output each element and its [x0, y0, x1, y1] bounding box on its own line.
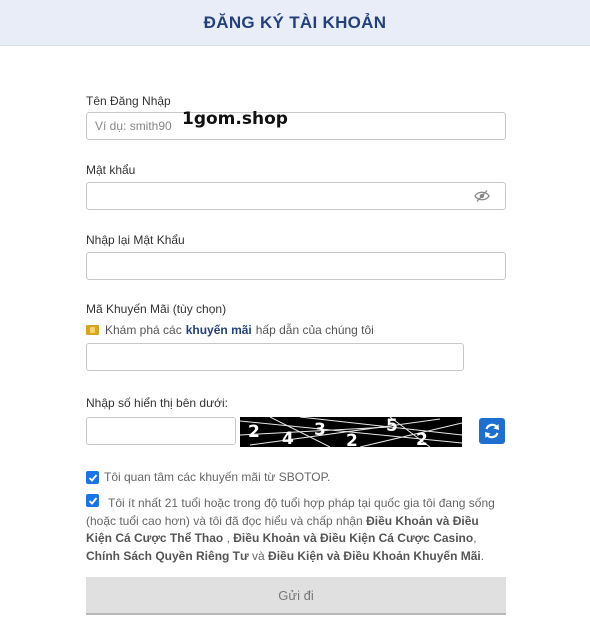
- page-title: ĐĂNG KÝ TÀI KHOẢN: [203, 12, 387, 32]
- captcha-digit: 2: [416, 430, 428, 447]
- confirm-password-label: Nhập lại Mật Khẩu: [86, 233, 185, 247]
- username-label: Tên Đăng Nhập: [86, 94, 171, 108]
- captcha-label: Nhập số hiển thị bên dưới:: [86, 396, 228, 410]
- refresh-icon: [485, 423, 499, 439]
- casino-terms-link[interactable]: Điều Khoản và Điều Kiện Cá Cược Casino: [233, 531, 473, 545]
- promo-hint-suffix: hấp dẫn của chúng tôi: [255, 323, 374, 337]
- password-input[interactable]: [86, 182, 506, 210]
- promo-consent-checkbox[interactable]: [86, 471, 99, 484]
- captcha-digit: 3: [314, 420, 326, 440]
- watermark-text: 1gom.shop: [182, 109, 288, 129]
- username-input[interactable]: [86, 112, 506, 140]
- captcha-digit: 2: [346, 431, 358, 447]
- privacy-policy-link[interactable]: Chính Sách Quyền Riêng Tư: [86, 549, 249, 563]
- confirm-password-input[interactable]: [86, 252, 506, 280]
- promo-code-input[interactable]: [86, 343, 464, 371]
- terms-separator: ,: [473, 531, 477, 546]
- terms-separator: ,: [223, 531, 234, 546]
- captcha-digit: 4: [282, 429, 294, 447]
- captcha-image: 2 4 3 2 5 2: [239, 416, 463, 451]
- promo-link[interactable]: khuyến mãi: [186, 323, 252, 337]
- captcha-digit: 5: [386, 417, 398, 436]
- terms-separator: và: [248, 548, 269, 563]
- promo-label: Mã Khuyến Mãi (tùy chọn): [86, 302, 227, 316]
- terms-end: .: [480, 548, 485, 563]
- eye-icon[interactable]: [474, 189, 490, 203]
- promo-hint-prefix: Khám phá các: [105, 323, 182, 337]
- promo-hint: Khám phá các khuyến mãi hấp dẫn của chún…: [86, 323, 374, 337]
- submit-button[interactable]: Gửi đi: [86, 577, 506, 615]
- terms-consent-text: Tôi ít nhất 21 tuổi hoặc trong độ tuổi h…: [86, 495, 506, 565]
- captcha-input[interactable]: [86, 417, 236, 445]
- promo-consent-text: Tôi quan tâm các khuyến mãi từ SBOTOP.: [104, 470, 331, 484]
- check-icon: [88, 473, 97, 482]
- ticket-icon: [86, 325, 99, 335]
- promo-terms-link[interactable]: Điều Kiện và Điều Khoản Khuyến Mãi: [268, 549, 481, 563]
- captcha-digit: 2: [248, 422, 260, 442]
- captcha-refresh-button[interactable]: [479, 418, 505, 444]
- page-header: ĐĂNG KÝ TÀI KHOẢN: [0, 0, 590, 46]
- password-label: Mật khẩu: [86, 163, 136, 177]
